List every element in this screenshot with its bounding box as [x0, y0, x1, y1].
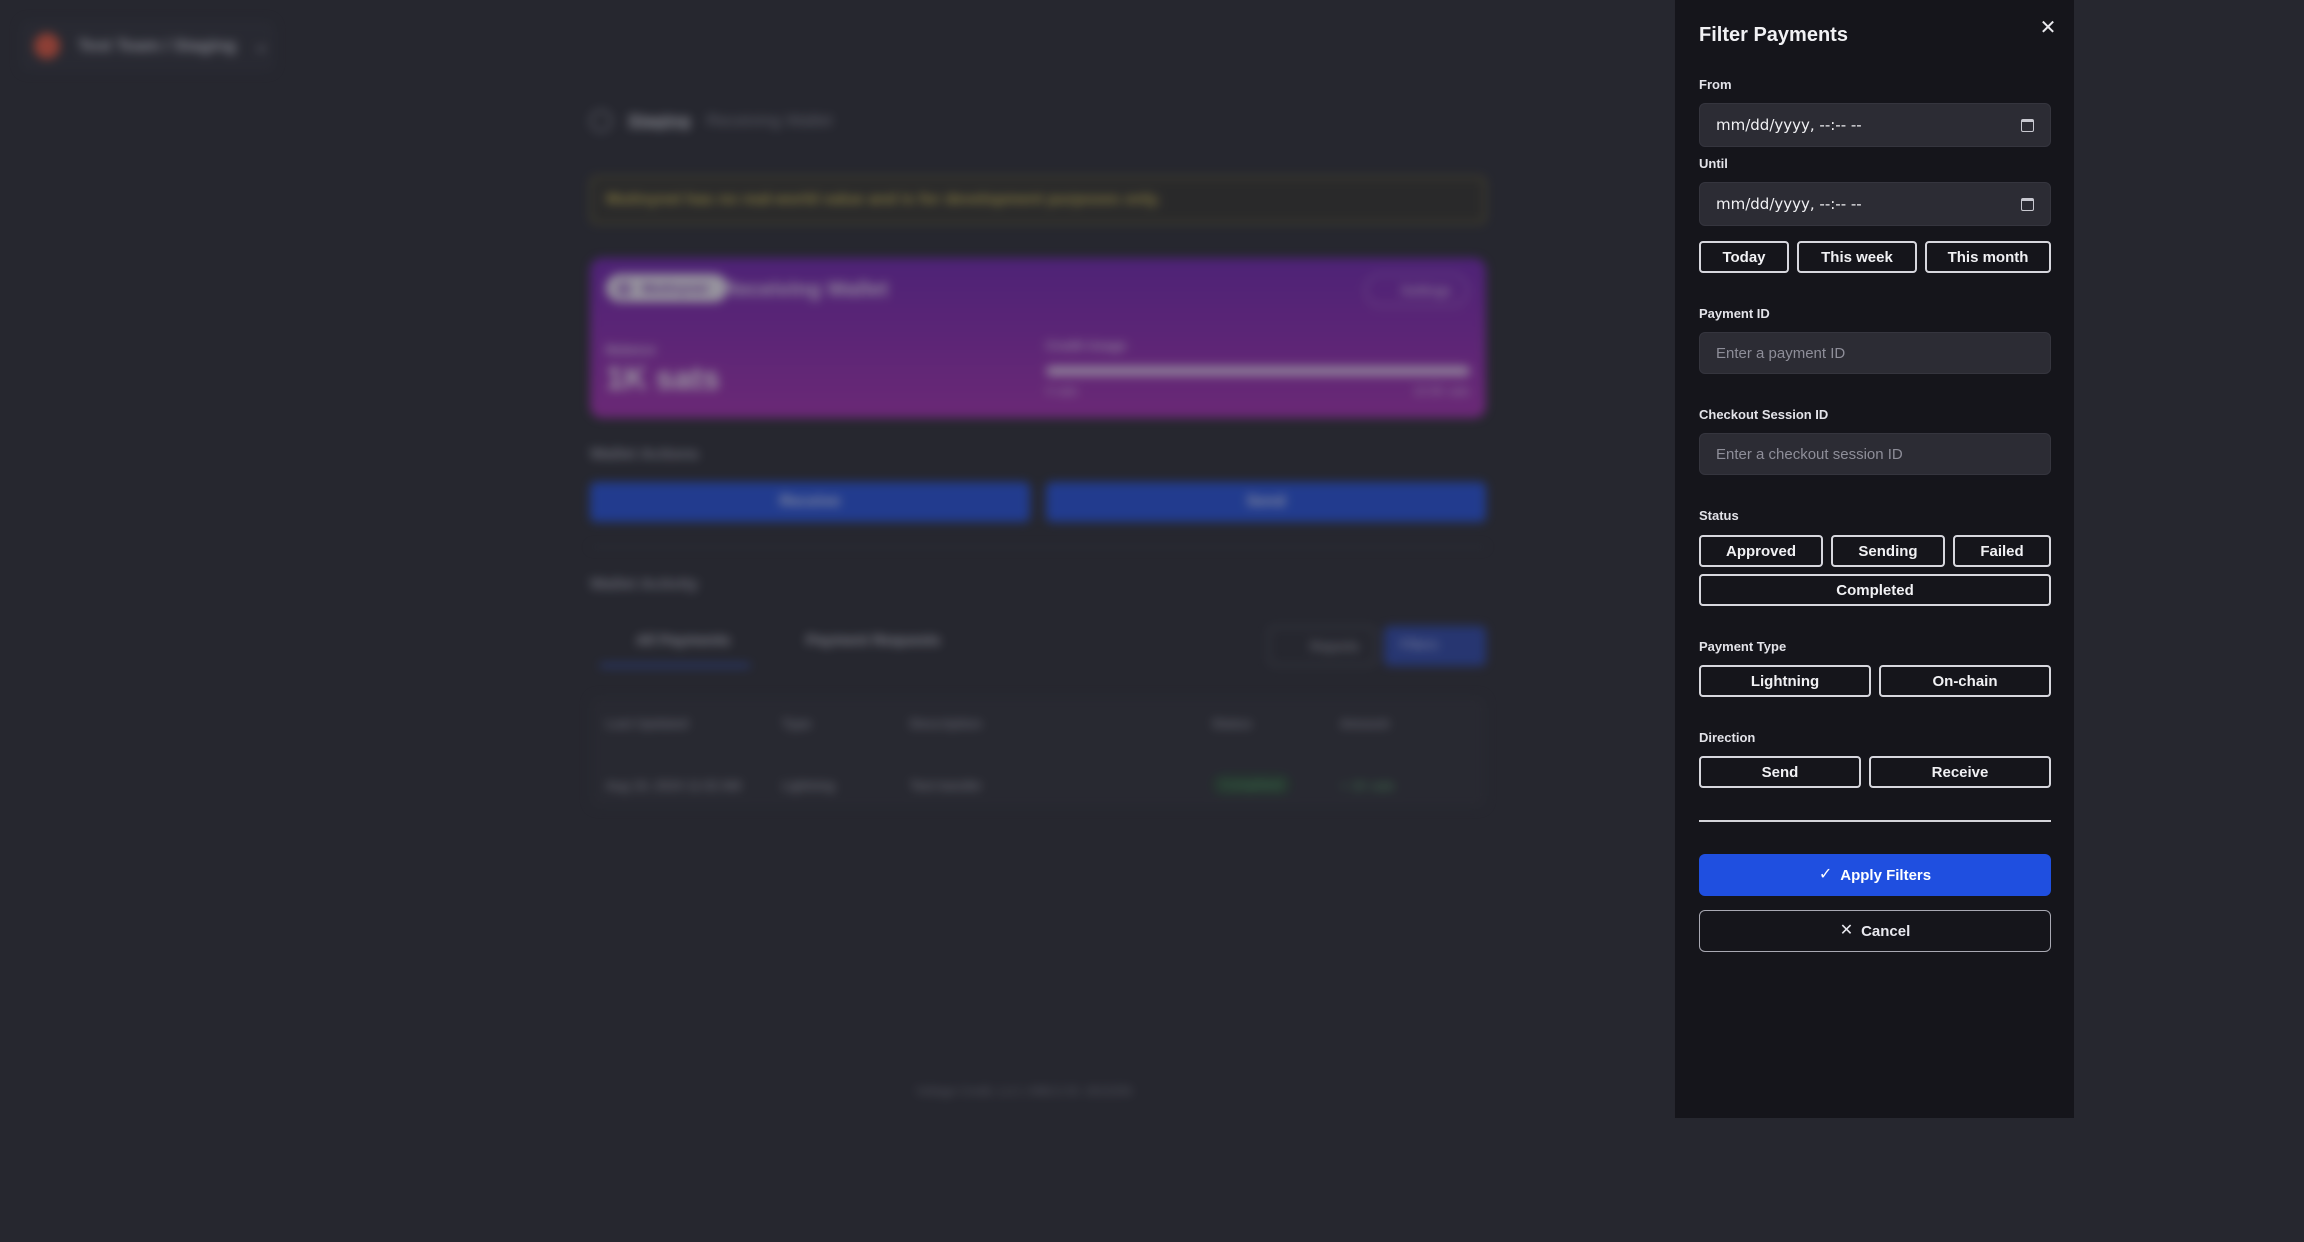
breadcrumb-wallet: Receiving Wallet	[706, 111, 833, 130]
direction-receive-button[interactable]: Receive	[1869, 756, 2051, 788]
calendar-icon[interactable]	[2021, 118, 2034, 132]
table-header: Amount	[1340, 716, 1390, 731]
team-label: Test Team / Staging	[78, 36, 237, 55]
network-pill: Mutinynet	[606, 274, 729, 302]
table-header: Status	[1212, 716, 1252, 731]
apply-filters-label: Apply Filters	[1840, 866, 1932, 884]
payments-table: Last Updated Type Description Status Amo…	[590, 696, 1486, 808]
credit-min: 0 sats	[1046, 384, 1079, 398]
until-date-input[interactable]: mm/dd/yyyy, --:-- --	[1699, 182, 2051, 226]
status-sending-button[interactable]: Sending	[1831, 535, 1945, 567]
wallet-actions-title: Wallet Actions	[590, 446, 700, 463]
wallet-card: Mutinynet Receiving Wallet Settings Bala…	[590, 258, 1486, 418]
table-cell: Test transfer	[910, 778, 982, 793]
payment-id-input[interactable]	[1699, 332, 2051, 374]
table-header: Type	[782, 716, 812, 731]
from-date-value: mm/dd/yyyy, --:-- --	[1716, 116, 1862, 134]
wallet-name: Receiving Wallet	[722, 278, 889, 301]
team-switcher[interactable]: Test Team / Staging ⌄	[20, 20, 275, 72]
from-date-input[interactable]: mm/dd/yyyy, --:-- --	[1699, 103, 2051, 147]
team-logo-icon	[34, 33, 60, 59]
close-icon: ✕	[1839, 922, 1854, 939]
footer: Voltage Credit, LLC | NMLS ID: 2615256	[916, 1084, 1132, 1098]
checkout-session-input[interactable]	[1699, 433, 2051, 475]
wallet-icon	[590, 110, 612, 132]
today-button[interactable]: Today	[1699, 241, 1789, 273]
dev-notice: Mutinynet has no real-world value and is…	[590, 176, 1486, 224]
breadcrumb: Staging Receiving Wallet	[590, 110, 832, 132]
balance-label: Balance	[606, 342, 656, 357]
status-badge: Completed	[1212, 774, 1291, 795]
until-date-value: mm/dd/yyyy, --:-- --	[1716, 195, 1862, 213]
check-icon: ✓	[1818, 866, 1833, 883]
credit-max: 10.5K sats	[1413, 384, 1470, 398]
apply-filters-button[interactable]: ✓ Apply Filters	[1699, 854, 2051, 896]
credit-usage-label: Credit Usage	[1046, 338, 1127, 353]
receive-button[interactable]: Receive	[590, 482, 1030, 522]
status-completed-button[interactable]: Completed	[1699, 574, 2051, 606]
payment-id-label: Payment ID	[1699, 306, 1770, 321]
drawer-title: Filter Payments	[1699, 24, 1848, 46]
filters-button[interactable]: Filters	[1384, 626, 1486, 666]
tab-all-payments[interactable]: All Payments	[636, 632, 730, 649]
active-tab-indicator	[600, 664, 750, 667]
payment-type-label: Payment Type	[1699, 639, 1787, 654]
table-cell: Lightning	[782, 778, 835, 793]
cancel-button[interactable]: ✕ Cancel	[1699, 910, 2051, 952]
direction-label: Direction	[1699, 730, 1756, 745]
breadcrumb-staging[interactable]: Staging	[628, 111, 690, 131]
credit-usage-bar	[1046, 366, 1470, 376]
activity-tabs: All Payments Payment Requests Reports Fi…	[590, 626, 1486, 667]
table-header: Last Updated	[606, 716, 689, 731]
close-icon[interactable]: ✕	[2037, 18, 2059, 40]
checkout-session-label: Checkout Session ID	[1699, 407, 1829, 422]
status-failed-button[interactable]: Failed	[1953, 535, 2051, 567]
filter-drawer: Filter Payments ✕ From mm/dd/yyyy, --:--…	[1674, 0, 2074, 1118]
this-month-button[interactable]: This month	[1925, 241, 2051, 273]
balance-value: 1K sats	[606, 360, 720, 396]
direction-send-button[interactable]: Send	[1699, 756, 1861, 788]
tab-payment-requests[interactable]: Payment Requests	[806, 632, 940, 649]
divider	[590, 546, 1486, 548]
cancel-label: Cancel	[1861, 922, 1911, 940]
calendar-icon[interactable]	[2021, 197, 2034, 211]
reports-button[interactable]: Reports	[1268, 626, 1376, 666]
until-label: Until	[1699, 156, 1728, 171]
wallet-activity-title: Wallet Activity	[590, 576, 699, 593]
drawer-divider	[1699, 820, 2051, 822]
wallet-settings-button[interactable]: Settings	[1365, 274, 1468, 306]
type-onchain-button[interactable]: On-chain	[1879, 665, 2051, 697]
status-approved-button[interactable]: Approved	[1699, 535, 1823, 567]
type-lightning-button[interactable]: Lightning	[1699, 665, 1871, 697]
from-label: From	[1699, 77, 1732, 92]
status-label: Status	[1699, 508, 1739, 523]
table-header: Description	[910, 716, 982, 731]
chevron-down-icon: ⌄	[254, 36, 269, 55]
table-cell: + 1K sats	[1340, 778, 1395, 793]
table-cell: Aug 19, 2024 11:02 AM	[606, 778, 741, 793]
this-week-button[interactable]: This week	[1797, 241, 1917, 273]
send-button[interactable]: Send	[1046, 482, 1486, 522]
